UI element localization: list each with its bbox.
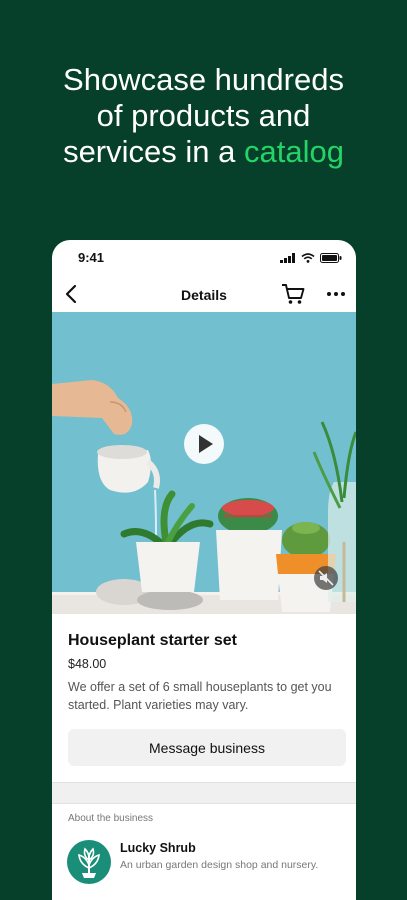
headline-accent: catalog: [243, 134, 344, 169]
more-icon[interactable]: [324, 282, 348, 306]
product-description: We offer a set of 6 small houseplants to…: [68, 680, 332, 712]
mute-button[interactable]: [314, 566, 338, 590]
plant-logo-icon: [78, 847, 100, 878]
headline-line-2: of products and: [96, 98, 311, 133]
product-title: Houseplant starter set: [68, 632, 237, 649]
battery-icon: [320, 253, 342, 263]
headline-line-3: services in a catalog: [0, 134, 407, 170]
nav-title: Details: [181, 287, 227, 303]
signal-icon: [280, 253, 295, 263]
business-description: An urban garden design shop and nursery.: [120, 859, 319, 871]
wifi-icon: [301, 253, 315, 263]
cart-icon[interactable]: [280, 282, 306, 306]
product-price: $48.00: [68, 657, 107, 671]
status-bar: 9:41: [52, 240, 356, 278]
phone-frame: 9:41 Details Houseplant starter set $48.…: [52, 240, 356, 900]
status-time: 9:41: [78, 250, 105, 265]
status-icons: [280, 253, 342, 263]
play-button[interactable]: [184, 424, 224, 464]
section-divider: [52, 782, 356, 804]
nav-bar: Details: [52, 278, 356, 312]
business-name[interactable]: Lucky Shrub: [120, 841, 196, 855]
message-business-button[interactable]: Message business: [68, 729, 346, 766]
speaker-muted-icon: [318, 570, 334, 586]
product-video[interactable]: [52, 312, 356, 614]
about-business-label: About the business: [68, 813, 154, 824]
headline-line-3-prefix: services in a: [63, 134, 244, 169]
headline-line-1: Showcase hundreds: [63, 62, 344, 97]
business-avatar[interactable]: [67, 840, 111, 884]
headline: Showcase hundreds of products and servic…: [0, 62, 407, 170]
